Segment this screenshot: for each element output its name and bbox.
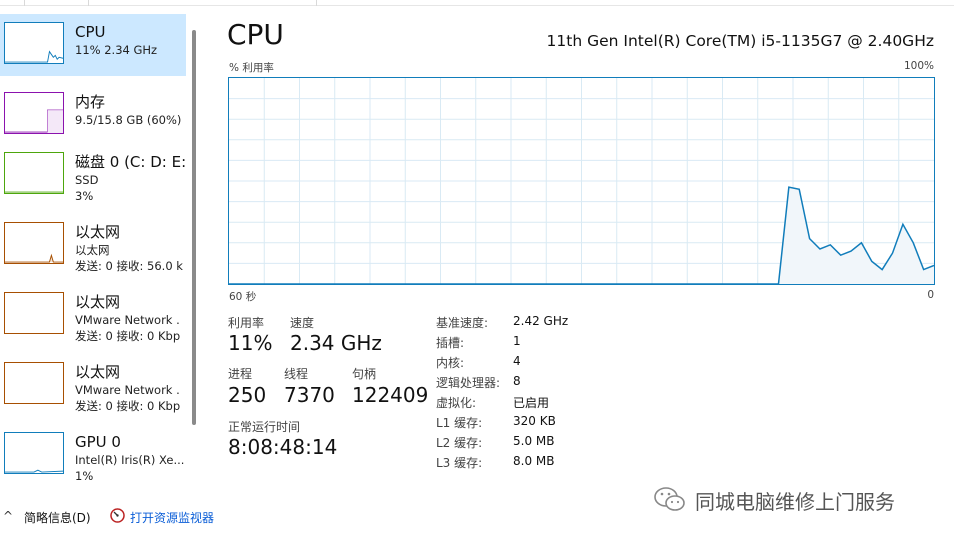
sidebar-item-title: 以太网 [75,363,121,381]
graph-x-left-label: 60 秒 [229,291,257,303]
wechat-icon [652,484,688,514]
ethernet-thumbnail-graph [4,362,64,404]
sidebar-item-ethernet[interactable]: 以太网 VMware Network . 发送: 0 接收: 0 Kbp [0,354,186,416]
base-speed-value: 2.42 GHz [513,314,569,328]
sockets-label: 插槽: [436,336,465,350]
handles-value: 122409 [352,383,429,407]
l1-cache-value: 320 KB [513,414,556,428]
l2-cache-label: L2 缓存: [436,436,483,450]
sidebar-item-title: 以太网 [75,223,121,241]
logical-processors-value: 8 [513,374,521,388]
sidebar-item-ethernet[interactable]: 以太网 以太网 发送: 0 接收: 56.0 k [0,214,186,276]
sidebar-item-title: CPU [75,23,106,41]
sidebar-item-detail: 以太网 [75,243,110,257]
graph-y-axis-label: % 利用率 [229,62,274,74]
l3-cache-value: 8.0 MB [513,454,555,468]
utilization-value: 11% [228,331,273,355]
sidebar-item-detail: 1% [75,469,94,483]
sidebar-item-detail: VMware Network . [75,383,180,397]
logical-processors-label: 逻辑处理器: [436,376,501,390]
page-title: CPU [227,18,284,51]
gpu-thumbnail-graph [4,432,64,474]
memory-thumbnail-graph [4,92,64,134]
sidebar-item-title: 以太网 [75,293,121,311]
sidebar-item-title: 磁盘 0 (C: D: E: [75,153,185,171]
virtualization-label: 虚拟化: [436,396,477,410]
base-speed-label: 基准速度: [436,316,489,330]
sidebar-item-detail: 3% [75,189,94,203]
sidebar-scrollbar[interactable] [192,30,196,425]
watermark-text: 同城电脑维修上门服务 [695,490,895,514]
sidebar-item-detail: SSD [75,173,99,187]
tab-divider [88,0,89,6]
utilization-label: 利用率 [228,316,265,330]
threads-label: 线程 [284,367,309,381]
tab-divider [316,0,317,6]
sidebar-item-disk[interactable]: 磁盘 0 (C: D: E: SSD 3% [0,144,186,206]
sidebar-item-detail: 11% 2.34 GHz [75,43,158,57]
ethernet-thumbnail-graph [4,292,64,334]
sidebar-item-ethernet[interactable]: 以太网 VMware Network . 发送: 0 接收: 0 Kbp [0,284,186,346]
tab-divider [24,0,25,6]
processes-label: 进程 [228,367,253,381]
graph-x-right-label: 0 [927,289,934,301]
sidebar-item-title: GPU 0 [75,433,121,451]
tab-strip [0,0,954,6]
sidebar-item-gpu[interactable]: GPU 0 Intel(R) Iris(R) Xe... 1% [0,424,186,486]
resource-monitor-icon[interactable] [110,508,125,523]
ethernet-thumbnail-graph [4,222,64,264]
l3-cache-label: L3 缓存: [436,456,483,470]
open-resource-monitor-link[interactable]: 打开资源监视器 [130,509,214,526]
speed-value: 2.34 GHz [290,331,382,355]
cores-value: 4 [513,354,521,368]
sidebar-item-detail: 发送: 0 接收: 0 Kbp [75,329,181,343]
sidebar-item-detail: 发送: 0 接收: 0 Kbp [75,399,181,413]
sidebar-item-title: 内存 [75,93,106,111]
threads-value: 7370 [284,383,335,407]
sidebar-item-memory[interactable]: 内存 9.5/15.8 GB (60%) [0,84,186,146]
l2-cache-value: 5.0 MB [513,434,555,448]
cores-label: 内核: [436,356,465,370]
chevron-up-icon[interactable]: ^ [3,509,13,523]
sidebar-item-cpu[interactable]: CPU 11% 2.34 GHz [0,14,186,76]
sidebar-item-detail: VMware Network . [75,313,180,327]
speed-label: 速度 [290,316,315,330]
uptime-value: 8:08:48:14 [228,435,338,459]
graph-y-max-label: 100% [903,60,934,72]
cpu-thumbnail-graph [4,22,64,64]
sidebar-item-detail: 9.5/15.8 GB (60%) [75,113,182,127]
uptime-label: 正常运行时间 [228,420,301,434]
virtualization-value: 已启用 [513,396,550,410]
cpu-model-name: 11th Gen Intel(R) Core(TM) i5-1135G7 @ 2… [546,32,934,50]
handles-label: 句柄 [352,367,377,381]
processes-value: 250 [228,383,267,407]
fewer-details-button[interactable]: 简略信息(D) [24,509,91,526]
sockets-value: 1 [513,334,521,348]
l1-cache-label: L1 缓存: [436,416,483,430]
cpu-utilization-graph [228,77,935,285]
cpu-utilization-svg [229,78,934,284]
sidebar-item-detail: 发送: 0 接收: 56.0 k [75,259,183,273]
sidebar-item-detail: Intel(R) Iris(R) Xe... [75,453,185,467]
sidebar: CPU 11% 2.34 GHz 内存 9.5/15.8 GB (60%) 磁盘… [0,12,186,492]
disk-thumbnail-graph [4,152,64,194]
